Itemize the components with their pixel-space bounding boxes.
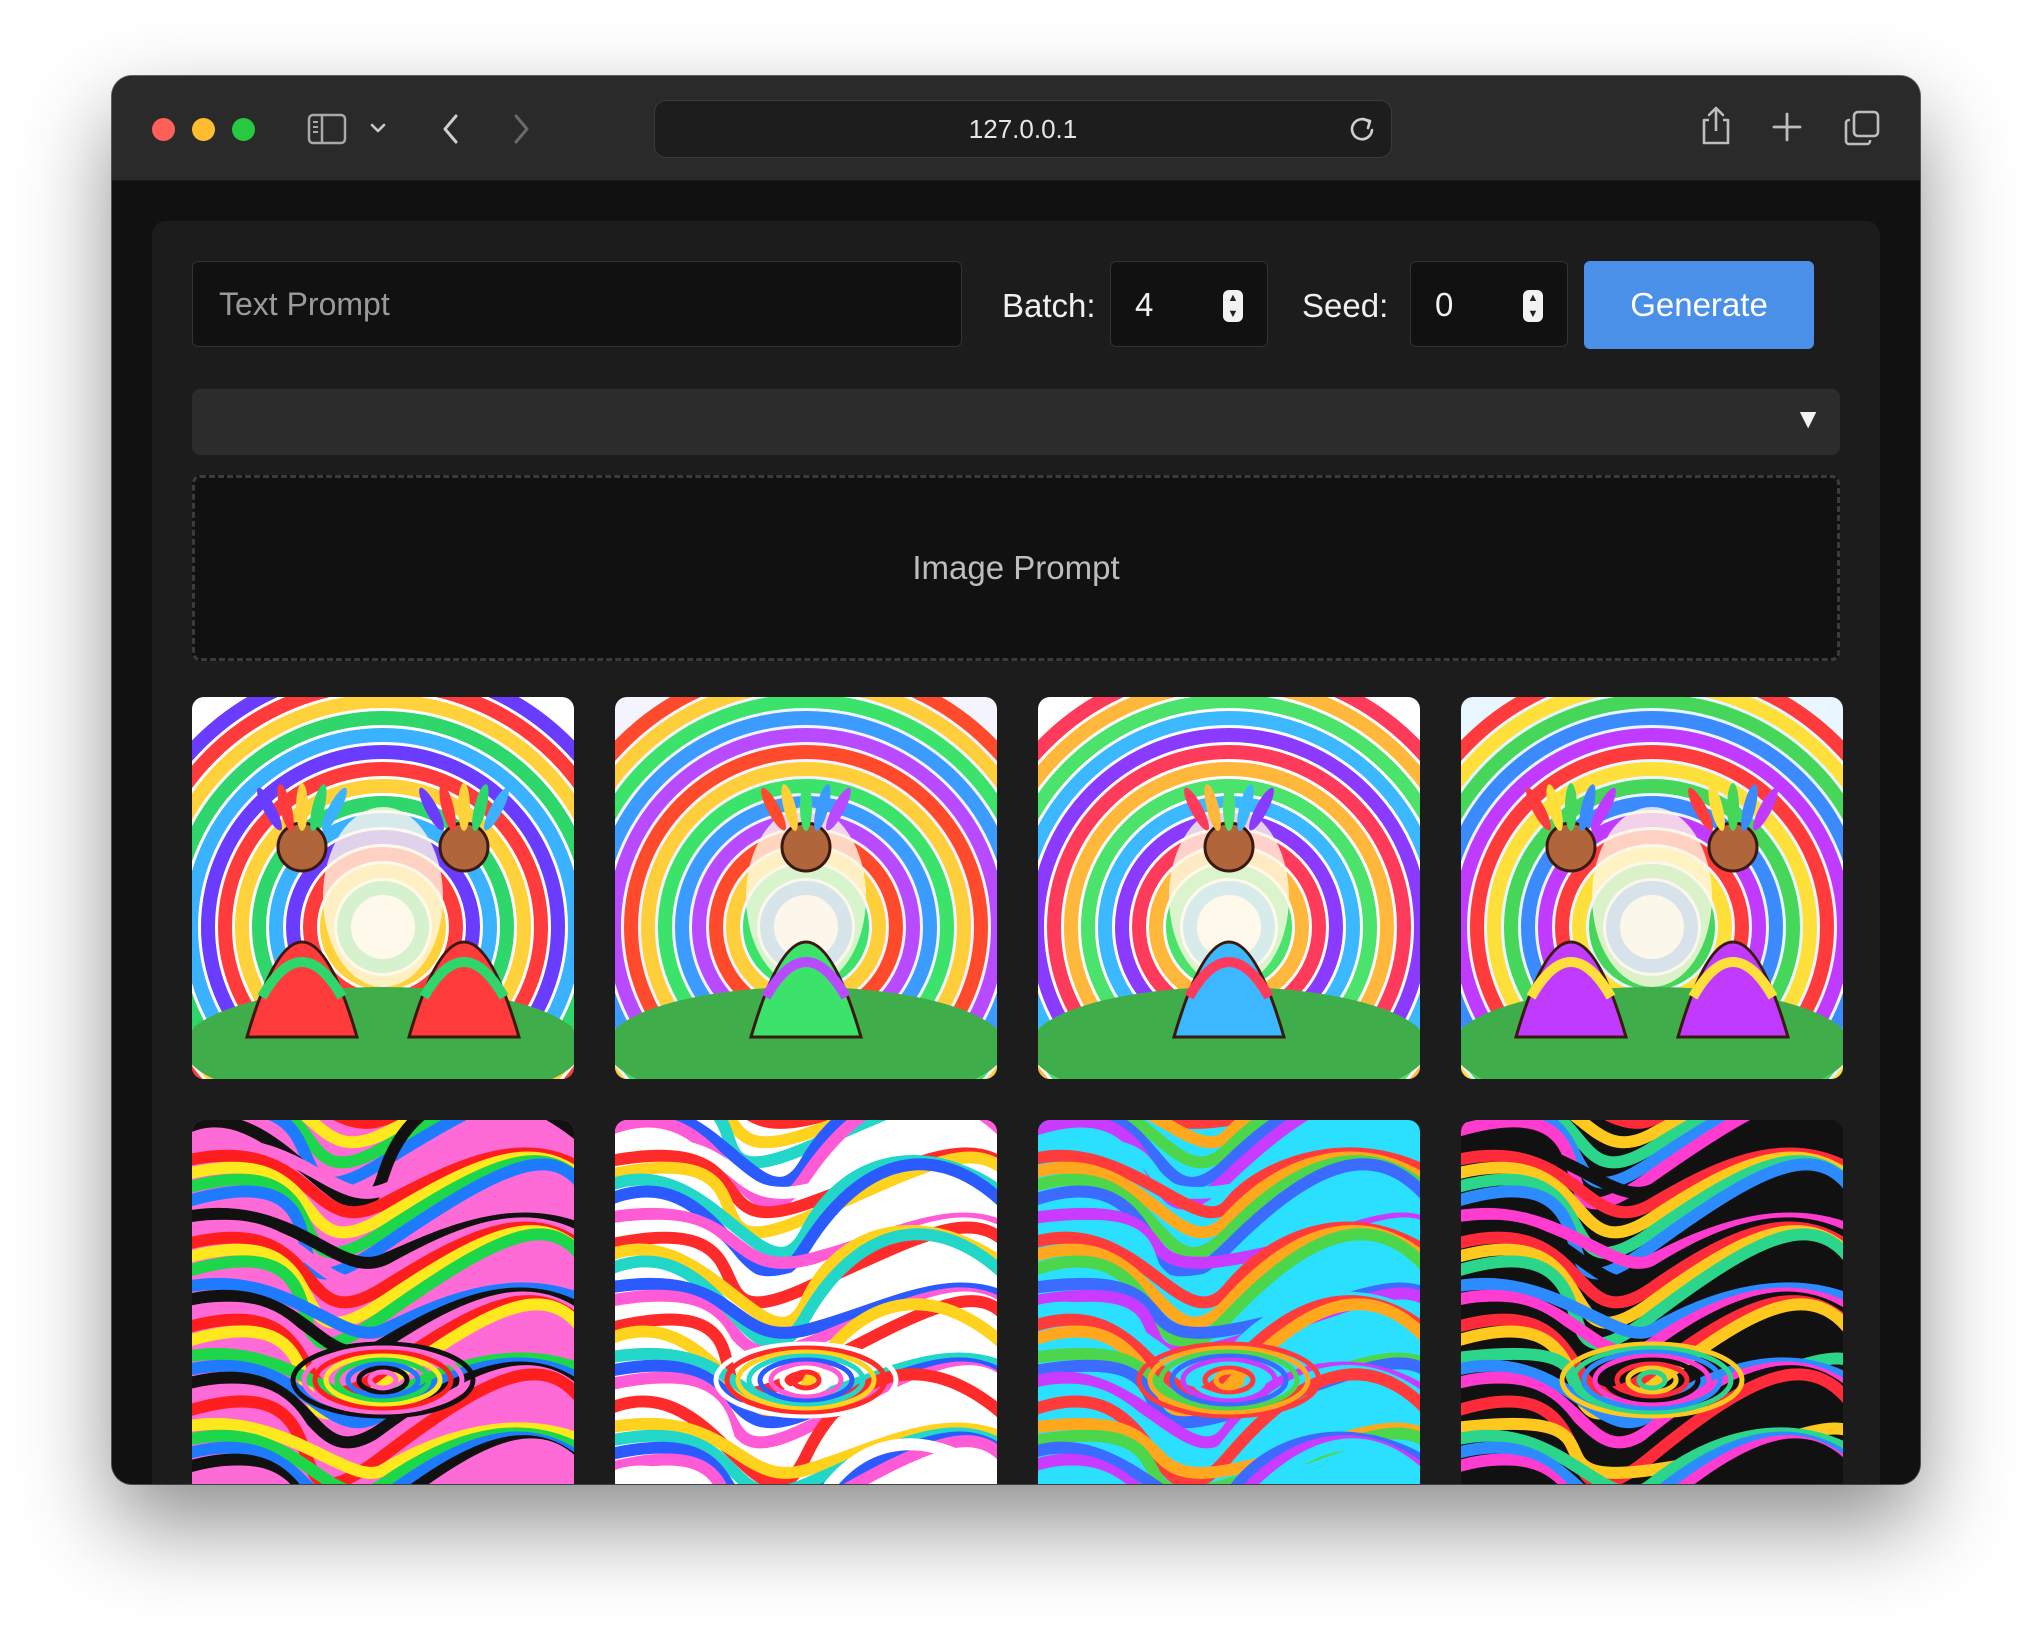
batch-input[interactable]: 4 ▲ ▼	[1110, 261, 1268, 347]
new-tab-icon[interactable]	[1770, 110, 1804, 144]
close-window-button[interactable]	[152, 118, 175, 141]
generated-image[interactable]	[1038, 1120, 1420, 1484]
generator-panel: Batch: 4 ▲▼ Seed: 0 ▲▼ Generate ▼ Imag	[152, 221, 1880, 1484]
text-prompt-input[interactable]	[192, 261, 962, 347]
seed-label: Seed:	[1302, 287, 1389, 324]
seed-input[interactable]: 0 ▲ ▼	[1410, 261, 1568, 347]
browser-window: 127.0.0.1 Batch: 4 ▲▼ Seed:	[112, 76, 1920, 1484]
generate-button[interactable]: Generate	[1584, 261, 1814, 349]
share-icon[interactable]	[1696, 102, 1736, 148]
page-content: Batch: 4 ▲▼ Seed: 0 ▲▼ Generate ▼ Imag	[112, 181, 1920, 1484]
model-select[interactable]: ▼	[192, 389, 1840, 455]
generated-image[interactable]	[1038, 697, 1420, 1079]
image-prompt-label: Image Prompt	[912, 549, 1120, 586]
generated-image[interactable]	[615, 1120, 997, 1484]
dropdown-arrow-icon: ▼	[1794, 403, 1822, 434]
batch-value: 4	[1135, 286, 1154, 323]
forward-icon[interactable]	[506, 110, 536, 148]
batch-label: Batch:	[1002, 287, 1096, 324]
url-text: 127.0.0.1	[968, 114, 1078, 144]
generated-image[interactable]	[1461, 697, 1843, 1079]
tabs-overview-icon[interactable]	[1842, 108, 1882, 148]
image-prompt-dropzone[interactable]: Image Prompt	[192, 475, 1840, 661]
sidebar-icon[interactable]	[306, 110, 348, 148]
address-bar[interactable]: 127.0.0.1	[654, 100, 1392, 158]
generated-image[interactable]	[615, 697, 997, 1079]
chevron-down-icon[interactable]	[366, 116, 390, 140]
generated-image[interactable]	[1461, 1120, 1843, 1484]
back-icon[interactable]	[436, 110, 466, 148]
zoom-window-button[interactable]	[232, 118, 255, 141]
generated-image[interactable]	[192, 1120, 574, 1484]
generated-image[interactable]	[192, 697, 574, 1079]
minimize-window-button[interactable]	[192, 118, 215, 141]
seed-value: 0	[1435, 286, 1454, 323]
seed-stepper-icon[interactable]: ▲ ▼	[1523, 290, 1543, 322]
reload-icon[interactable]	[1347, 114, 1377, 149]
batch-stepper-icon[interactable]: ▲ ▼	[1223, 290, 1243, 322]
browser-toolbar: 127.0.0.1	[112, 76, 1920, 181]
